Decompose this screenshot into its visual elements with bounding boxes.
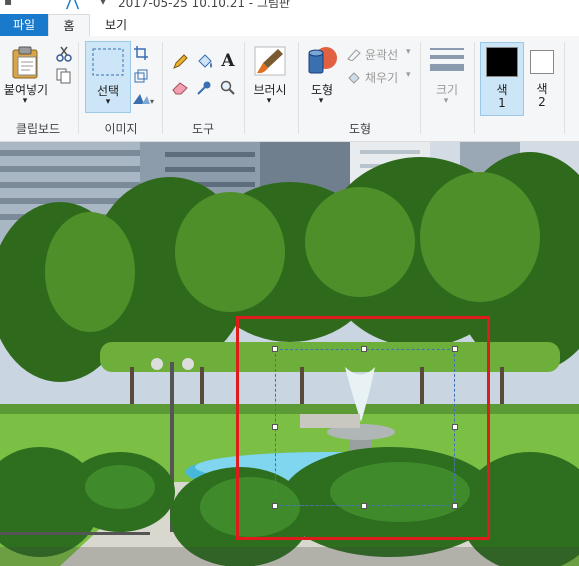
resize-handle[interactable] bbox=[452, 424, 458, 430]
paste-icon[interactable] bbox=[10, 45, 42, 81]
brush-icon bbox=[254, 46, 286, 76]
drawing-canvas[interactable] bbox=[0, 142, 579, 566]
ribbon: 붙여넣기 ▾ 클립보드 선택 ▾ ▾ 이미지 A 도구 브러시 ▾ 도형 ▾ 윤… bbox=[0, 36, 579, 142]
chevron-down-icon[interactable]: ▾ bbox=[406, 47, 411, 57]
chevron-down-icon: ▾ bbox=[105, 97, 111, 107]
group-divider bbox=[244, 42, 245, 134]
svg-text:▾: ▾ bbox=[150, 97, 154, 106]
size-icon bbox=[430, 48, 464, 71]
resize-handle[interactable] bbox=[361, 503, 367, 509]
fill-button[interactable]: 채우기 bbox=[365, 69, 398, 86]
resize-handle[interactable] bbox=[272, 503, 278, 509]
rotate-icon[interactable]: ▾ bbox=[132, 92, 154, 106]
outline-icon bbox=[347, 49, 361, 61]
clipboard-group-label: 클립보드 bbox=[15, 122, 61, 136]
selection-marquee[interactable] bbox=[275, 349, 455, 506]
eraser-icon[interactable] bbox=[172, 80, 188, 96]
resize-handle[interactable] bbox=[272, 424, 278, 430]
color1-button[interactable]: 색 1 bbox=[480, 42, 524, 116]
shapes-icon[interactable] bbox=[306, 45, 338, 77]
chevron-down-icon[interactable]: ▾ bbox=[20, 96, 30, 106]
color1-number: 1 bbox=[498, 96, 506, 110]
shapes-group-label: 도형 bbox=[348, 122, 372, 136]
resize-handle[interactable] bbox=[272, 346, 278, 352]
resize-handle[interactable] bbox=[452, 346, 458, 352]
tab-file[interactable]: 파일 bbox=[0, 14, 48, 36]
color2-swatch bbox=[530, 50, 554, 74]
color2-number: 2 bbox=[538, 95, 546, 109]
color1-swatch bbox=[486, 47, 518, 77]
resize-icon[interactable] bbox=[134, 69, 148, 83]
save-icon[interactable]: ▪ bbox=[4, 0, 12, 8]
group-divider bbox=[474, 42, 475, 134]
resize-handle[interactable] bbox=[452, 503, 458, 509]
pencil-icon[interactable] bbox=[172, 54, 188, 70]
tab-view[interactable]: 보기 bbox=[94, 14, 138, 36]
fill-icon bbox=[348, 72, 360, 84]
group-divider bbox=[420, 42, 421, 134]
tools-group-label: 도구 bbox=[191, 122, 215, 136]
copy-icon[interactable] bbox=[56, 68, 72, 84]
chevron-down-icon[interactable]: ▾ bbox=[316, 96, 326, 106]
title-bar: ▪ ⋀ ▾ 2017-05-25 10.10.21 - 그림판 bbox=[0, 0, 579, 14]
tab-home[interactable]: 홈 bbox=[48, 14, 90, 37]
cut-icon[interactable] bbox=[56, 46, 72, 62]
quick-access-icon[interactable]: ⋀ bbox=[66, 0, 79, 10]
group-divider bbox=[298, 42, 299, 134]
chevron-down-icon: ▾ bbox=[443, 96, 449, 106]
image-group-label: 이미지 bbox=[104, 122, 138, 136]
color-picker-icon[interactable] bbox=[196, 80, 212, 96]
outline-button[interactable]: 윤곽선 bbox=[365, 46, 398, 63]
group-divider bbox=[78, 42, 79, 134]
chevron-down-icon[interactable]: ▾ bbox=[100, 0, 106, 8]
select-button[interactable]: 선택 ▾ bbox=[85, 41, 131, 113]
crop-icon[interactable] bbox=[134, 46, 148, 60]
magnifier-icon[interactable] bbox=[220, 80, 236, 96]
resize-handle[interactable] bbox=[361, 346, 367, 352]
window-title: 2017-05-25 10.10.21 - 그림판 bbox=[118, 0, 291, 10]
fill-bucket-icon[interactable] bbox=[196, 53, 214, 71]
ribbon-tabs: 파일 홈 보기 bbox=[0, 14, 579, 37]
chevron-down-icon[interactable]: ▾ bbox=[406, 70, 411, 80]
selection-icon bbox=[92, 48, 124, 76]
group-divider bbox=[564, 42, 565, 134]
text-tool-icon[interactable]: A bbox=[220, 51, 236, 71]
color2-button[interactable]: 색 2 bbox=[526, 42, 560, 114]
chevron-down-icon: ▾ bbox=[266, 96, 272, 106]
